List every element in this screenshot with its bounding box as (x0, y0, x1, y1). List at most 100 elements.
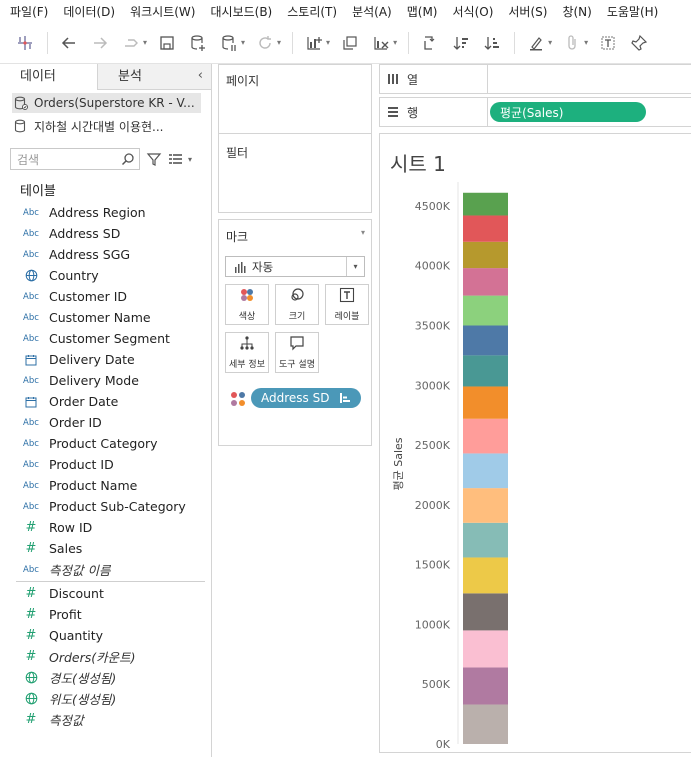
sort-descending-icon[interactable] (481, 32, 503, 54)
pin-icon[interactable] (628, 32, 650, 54)
tableau-logo-icon[interactable] (14, 32, 36, 54)
pages-card[interactable]: 페이지 (218, 64, 372, 141)
group-dropdown-icon[interactable]: ▾ (584, 38, 588, 47)
datasource-dropdown-icon[interactable]: ▾ (241, 38, 245, 47)
detail-button[interactable]: 세부 정보 (225, 332, 269, 373)
show-mark-labels-icon[interactable] (597, 32, 619, 54)
field-item[interactable]: Country (0, 265, 211, 286)
menu-item[interactable]: 맵(M) (407, 3, 438, 20)
sort-ascending-icon[interactable] (450, 32, 472, 54)
menu-item[interactable]: 서버(S) (508, 3, 547, 20)
field-item[interactable]: Abc Address SD (0, 223, 211, 244)
bar-segment[interactable] (463, 593, 508, 631)
swap-rows-columns-icon[interactable] (419, 32, 441, 54)
new-worksheet-dropdown-icon[interactable]: ▾ (326, 38, 330, 47)
field-item[interactable]: # Profit (0, 604, 211, 625)
field-item[interactable]: # 측정값 (0, 709, 211, 730)
field-item[interactable]: Delivery Date (0, 349, 211, 370)
tab-data[interactable]: 데이터 (0, 64, 98, 90)
field-item[interactable]: Abc Delivery Mode (0, 370, 211, 391)
bar-segment[interactable] (463, 630, 508, 668)
size-button[interactable]: 크기 (275, 284, 319, 325)
bar-segment[interactable] (463, 241, 508, 269)
field-item[interactable]: Abc Address SGG (0, 244, 211, 265)
field-item[interactable]: # Quantity (0, 625, 211, 646)
save-icon[interactable] (156, 32, 178, 54)
search-input[interactable]: 검색 (10, 148, 140, 170)
menu-item[interactable]: 서식(O) (453, 3, 494, 20)
bar-segment[interactable] (463, 418, 508, 454)
field-item[interactable]: Abc Order ID (0, 412, 211, 433)
field-item[interactable]: Abc 측정값 이름 (0, 559, 211, 580)
bar-segment[interactable] (463, 453, 508, 489)
redo-icon[interactable] (89, 32, 111, 54)
bar-segment[interactable] (463, 192, 508, 216)
bar-segment[interactable] (463, 488, 508, 523)
bar-segment[interactable] (463, 557, 508, 594)
filter-icon[interactable] (146, 151, 162, 167)
replay-dropdown-icon[interactable]: ▾ (143, 38, 147, 47)
new-worksheet-icon[interactable] (303, 32, 325, 54)
field-item[interactable]: # Orders(카운트) (0, 646, 211, 667)
collapse-pane-icon[interactable]: ‹ (196, 64, 211, 89)
label-button[interactable]: 레이블 (325, 284, 369, 325)
bar-segment[interactable] (463, 704, 508, 744)
menu-item[interactable]: 스토리(T) (287, 3, 337, 20)
rows-shelf[interactable]: 행 평균(Sales) (379, 97, 691, 127)
bar-segment[interactable] (463, 295, 508, 326)
group-members-icon[interactable] (561, 32, 583, 54)
bar-segment[interactable] (463, 667, 508, 705)
color-button[interactable]: 색상 (225, 284, 269, 325)
menu-item[interactable]: 분석(A) (352, 3, 392, 20)
menu-item[interactable]: 대시보드(B) (210, 3, 272, 20)
replay-icon[interactable] (120, 32, 142, 54)
clear-sheet-icon[interactable] (370, 32, 392, 54)
field-item[interactable]: Abc Product Name (0, 475, 211, 496)
tooltip-button[interactable]: 도구 설명 (275, 332, 319, 373)
bar-segment[interactable] (463, 215, 508, 242)
highlight-dropdown-icon[interactable]: ▾ (548, 38, 552, 47)
mark-type-dropdown-icon[interactable]: ▾ (346, 257, 364, 276)
field-item[interactable]: Abc Customer Name (0, 307, 211, 328)
columns-shelf[interactable]: 열 (379, 64, 691, 94)
field-item[interactable]: Abc Customer Segment (0, 328, 211, 349)
field-item[interactable]: 경도(생성됨) (0, 667, 211, 688)
menu-item[interactable]: 도움말(H) (607, 3, 659, 20)
field-item[interactable]: Abc Product Sub-Category (0, 496, 211, 517)
filters-card[interactable]: 필터 (218, 133, 372, 213)
field-item[interactable]: # Sales (0, 538, 211, 559)
field-item[interactable]: Abc Product ID (0, 454, 211, 475)
new-datasource-icon[interactable] (187, 32, 209, 54)
menu-item[interactable]: 데이터(D) (63, 3, 115, 20)
field-item[interactable]: 위도(생성됨) (0, 688, 211, 709)
bar-segment[interactable] (463, 522, 508, 558)
bar-segment[interactable] (463, 325, 508, 356)
tab-analysis[interactable]: 분석 (98, 64, 196, 90)
mark-type-select[interactable]: 자동 ▾ (225, 256, 365, 277)
marks-menu-icon[interactable]: ▾ (361, 228, 365, 237)
refresh-icon[interactable] (254, 32, 276, 54)
bar-segment[interactable] (463, 355, 508, 387)
clear-dropdown-icon[interactable]: ▾ (393, 38, 397, 47)
undo-icon[interactable] (58, 32, 80, 54)
duplicate-sheet-icon[interactable] (339, 32, 361, 54)
menu-item[interactable]: 워크시트(W) (130, 3, 195, 20)
bar-segment[interactable] (463, 386, 508, 419)
rows-sales-pill[interactable]: 평균(Sales) (490, 102, 646, 122)
view-options-icon[interactable] (168, 152, 184, 166)
menu-item[interactable]: 창(N) (562, 3, 591, 20)
datasource-item[interactable]: Orders(Superstore KR - V... (12, 93, 201, 113)
bar-segment[interactable] (463, 268, 508, 296)
field-item[interactable]: Abc Address Region (0, 202, 211, 223)
pause-datasource-icon[interactable] (218, 32, 240, 54)
field-item[interactable]: Order Date (0, 391, 211, 412)
datasource-item[interactable]: 지하철 시간대별 이용현... (12, 116, 201, 136)
highlight-icon[interactable] (525, 32, 547, 54)
field-item[interactable]: # Discount (0, 583, 211, 604)
field-item[interactable]: Abc Customer ID (0, 286, 211, 307)
view-options-dropdown-icon[interactable]: ▾ (188, 155, 192, 164)
field-item[interactable]: Abc Product Category (0, 433, 211, 454)
field-item[interactable]: # Row ID (0, 517, 211, 538)
refresh-dropdown-icon[interactable]: ▾ (277, 38, 281, 47)
marks-color-pill[interactable]: Address SD (251, 388, 361, 408)
